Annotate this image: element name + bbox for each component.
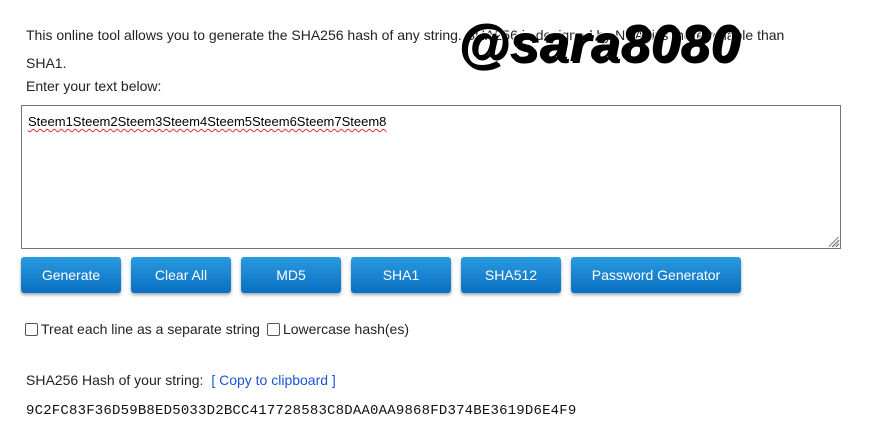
md5-button[interactable]: MD5 xyxy=(241,257,341,293)
lowercase-checkbox[interactable] xyxy=(266,322,280,336)
generate-button[interactable]: Generate xyxy=(21,257,121,293)
resize-grip-icon[interactable] xyxy=(829,237,839,247)
text-input[interactable]: Steem1Steem2Steem3Steem4Steem5Steem6Stee… xyxy=(21,105,841,249)
password-generator-button[interactable]: Password Generator xyxy=(571,257,741,293)
separate-lines-option[interactable]: Treat each line as a separate string xyxy=(25,321,260,337)
action-buttons: Generate Clear All MD5 SHA1 SHA512 Passw… xyxy=(21,257,741,293)
copy-to-clipboard-link[interactable]: [ Copy to clipboard ] xyxy=(211,372,336,388)
result-label-row: SHA256 Hash of your string: [ Copy to cl… xyxy=(26,372,336,388)
lowercase-option[interactable]: Lowercase hash(es) xyxy=(266,321,409,337)
sha512-button[interactable]: SHA512 xyxy=(461,257,561,293)
hash-output: 9C2FC83F36D59B8ED5033D2BCC417728583C8DAA… xyxy=(26,403,577,419)
result-label: SHA256 Hash of your string: xyxy=(26,372,204,388)
text-input-value: Steem1Steem2Steem3Steem4Steem5Steem6Stee… xyxy=(28,114,387,129)
separate-lines-checkbox[interactable] xyxy=(25,322,38,336)
lowercase-label: Lowercase hash(es) xyxy=(282,321,409,337)
sha1-button[interactable]: SHA1 xyxy=(351,257,451,293)
input-label: Enter your text below: xyxy=(26,78,162,94)
watermark-overlay: @sara8080 xyxy=(457,14,741,74)
options-row: Treat each line as a separate string Low… xyxy=(25,321,416,337)
separate-lines-label: Treat each line as a separate string xyxy=(41,321,260,337)
clear-all-button[interactable]: Clear All xyxy=(131,257,231,293)
